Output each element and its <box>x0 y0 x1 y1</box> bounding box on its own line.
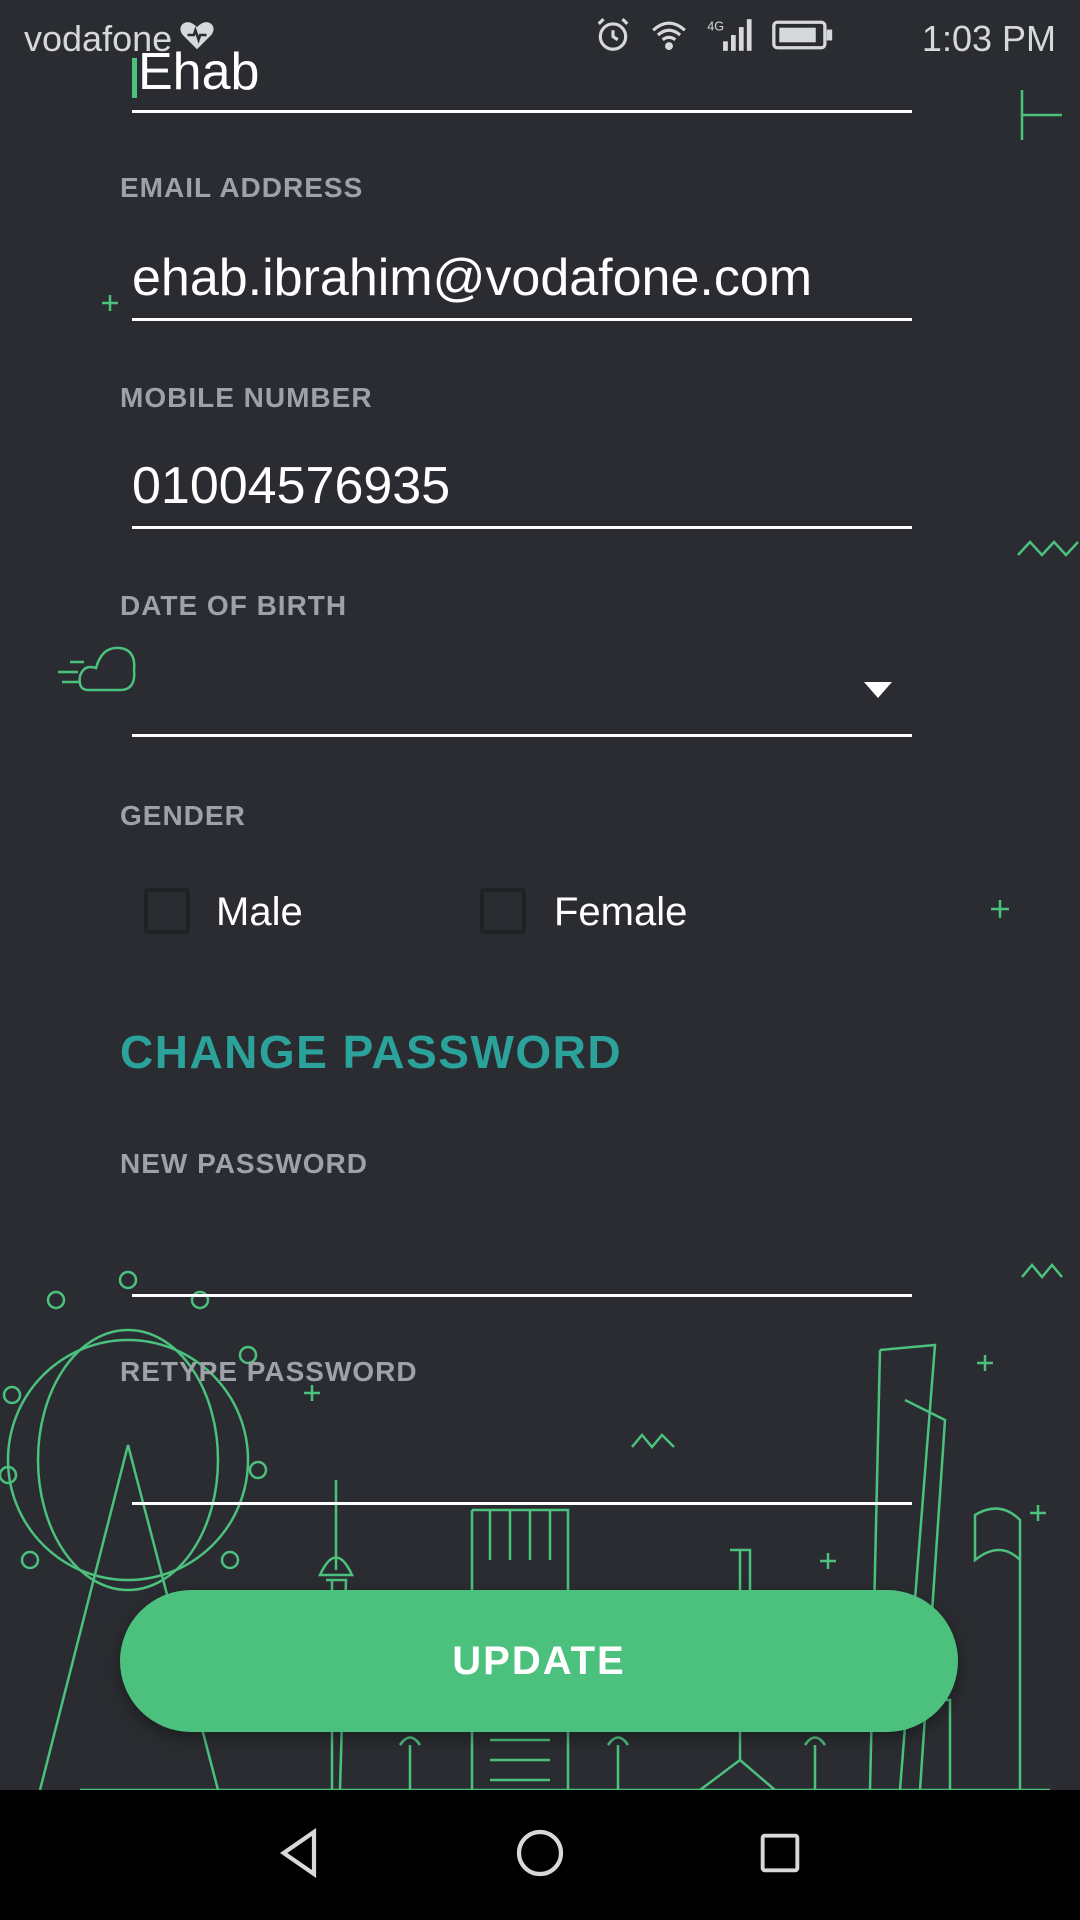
male-label[interactable]: Male <box>216 890 303 935</box>
recents-square-icon <box>754 1827 806 1884</box>
name-value: Ehab <box>138 43 260 101</box>
dob-dropdown[interactable] <box>132 654 912 737</box>
mobile-value: 01004576935 <box>132 457 451 515</box>
mobile-label: MOBILE NUMBER <box>120 382 373 413</box>
male-checkbox[interactable] <box>144 888 190 934</box>
recents-button[interactable] <box>710 1790 850 1920</box>
clock: 1:03 PM <box>921 18 1056 59</box>
back-triangle-icon <box>272 1825 328 1886</box>
retype-password-label: RETYPE PASSWORD <box>120 1356 418 1387</box>
gender-label: GENDER <box>120 800 246 831</box>
back-button[interactable] <box>230 1790 370 1920</box>
text-cursor <box>132 58 137 98</box>
change-password-title: CHANGE PASSWORD <box>120 1026 623 1078</box>
name-field[interactable]: Ehab <box>132 30 912 113</box>
navigation-bar <box>0 1790 1080 1920</box>
mobile-field[interactable]: 01004576935 <box>132 446 912 529</box>
email-label: EMAIL ADDRESS <box>120 172 364 203</box>
female-checkbox[interactable] <box>480 888 526 934</box>
new-password-label: NEW PASSWORD <box>120 1148 368 1179</box>
email-field[interactable]: ehab.ibrahim@vodafone.com <box>132 238 912 321</box>
home-circle-icon <box>512 1825 568 1886</box>
female-label[interactable]: Female <box>554 890 687 935</box>
dob-label: DATE OF BIRTH <box>120 590 348 621</box>
update-button[interactable]: UPDATE <box>120 1590 958 1732</box>
retype-password-field[interactable] <box>132 1422 912 1505</box>
email-value: ehab.ibrahim@vodafone.com <box>132 249 813 307</box>
home-button[interactable] <box>470 1790 610 1920</box>
new-password-field[interactable] <box>132 1214 912 1297</box>
chevron-down-icon <box>864 682 892 698</box>
